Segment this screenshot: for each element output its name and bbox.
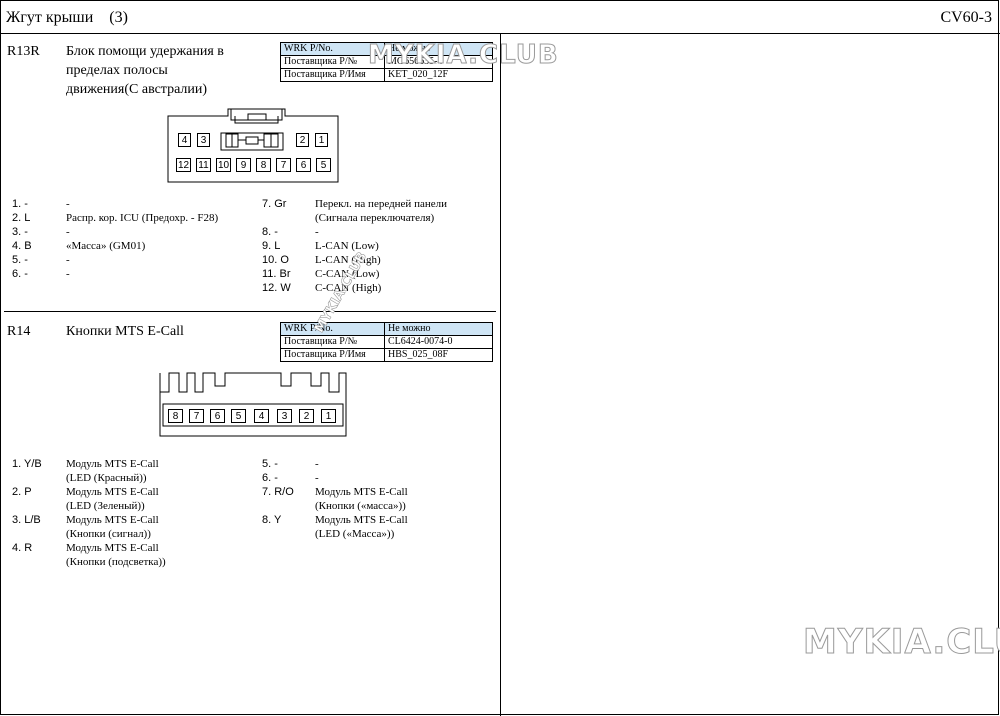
pin-description: -: [66, 198, 70, 210]
pin-description: -: [66, 268, 70, 280]
pin-box: 7: [189, 409, 204, 423]
table-label: Поставщика P/Имя: [280, 348, 385, 362]
pin-description: Модуль MTS E-Call: [66, 542, 159, 554]
pin-description: Модуль MTS E-Call: [315, 514, 408, 526]
pin-box: 11: [196, 158, 211, 172]
table-label: WRK P/No.: [280, 322, 385, 336]
pin-number: 5. -: [262, 458, 278, 470]
pin-description: -: [66, 226, 70, 238]
table-value: KET_020_12F: [384, 68, 493, 82]
pin-box: 9: [236, 158, 251, 172]
pin-box: 5: [231, 409, 246, 423]
pin-number: 10. O: [262, 254, 289, 266]
pin-description: Перекл. на передней панели: [315, 198, 447, 210]
pin-description: (Кнопки (сигнал)): [66, 528, 151, 540]
pin-box: 6: [210, 409, 225, 423]
pin-description: (LED («Масса»)): [315, 528, 395, 540]
page-title: Жгут крыши (3): [6, 9, 128, 26]
pin-description: -: [315, 472, 319, 484]
pin-box: 5: [316, 158, 331, 172]
pin-number: 1. -: [12, 198, 28, 210]
pin-number: 8. -: [262, 226, 278, 238]
pin-number: 9. L: [262, 240, 281, 252]
pin-box: 3: [277, 409, 292, 423]
pin-number: 7. Gr: [262, 198, 287, 210]
pin-number: 12. W: [262, 282, 291, 294]
pin-description: L-CAN (Low): [315, 240, 379, 252]
pin-description: -: [315, 226, 319, 238]
pin-number: 3. -: [12, 226, 28, 238]
pin-box: 4: [178, 133, 191, 147]
pin-description: (LED (Красный)): [66, 472, 147, 484]
section-divider: [4, 311, 496, 312]
watermark-text: MYKIA.CLUB: [368, 40, 559, 71]
pin-description: Модуль MTS E-Call: [66, 486, 159, 498]
pin-description: Распр. кор. ICU (Предохр. - F28): [66, 212, 219, 224]
pin-number: 3. L/B: [12, 514, 41, 526]
connector-r14-outline: [159, 372, 347, 437]
pin-number: 6. -: [262, 472, 278, 484]
pin-box: 8: [168, 409, 183, 423]
pin-description: «Масса» (GM01): [66, 240, 146, 252]
table-label: Поставщика P/Имя: [280, 68, 385, 82]
pin-number: 11. Br: [262, 268, 291, 280]
pin-box: 1: [315, 133, 328, 147]
pin-box: 4: [254, 409, 269, 423]
pin-number: 5. -: [12, 254, 28, 266]
pin-description: (Кнопки («масса»)): [315, 500, 406, 512]
pin-number: 2. P: [12, 486, 32, 498]
connector-latch-icon: [225, 133, 279, 148]
connector-name: Кнопки MTS E-Call: [66, 324, 184, 339]
pin-box: 12: [176, 158, 191, 172]
pin-number: 4. B: [12, 240, 32, 252]
pin-box: 2: [296, 133, 309, 147]
pin-description: Модуль MTS E-Call: [315, 486, 408, 498]
pin-number: 1. Y/B: [12, 458, 42, 470]
pin-description: (LED (Зеленый)): [66, 500, 145, 512]
table-value: CL6424-0074-0: [384, 335, 493, 349]
pin-description: -: [66, 254, 70, 266]
pin-box: 3: [197, 133, 210, 147]
pin-box: 10: [216, 158, 231, 172]
pin-number: 7. R/O: [262, 486, 294, 498]
table-label: Поставщика P/№: [280, 335, 385, 349]
pin-box: 8: [256, 158, 271, 172]
page-header: Жгут крыши (3) CV60-3: [0, 0, 1000, 34]
watermark-text: MYKIA.CLUB: [802, 622, 1000, 663]
column-divider: [500, 34, 501, 716]
page-code: CV60-3: [940, 9, 992, 26]
pin-number: 2. L: [12, 212, 31, 224]
connector-id: R14: [7, 324, 31, 339]
connector-name: Блок помощи удержания в пределах полосы …: [66, 44, 224, 97]
pin-box: 2: [299, 409, 314, 423]
pin-box: 7: [276, 158, 291, 172]
pin-number: 6. -: [12, 268, 28, 280]
pin-number: 8. Y: [262, 514, 282, 526]
pin-description: Модуль MTS E-Call: [66, 458, 159, 470]
table-value: HBS_025_08F: [384, 348, 493, 362]
pin-description: (Сигнала переключателя): [315, 212, 435, 224]
pin-description: Модуль MTS E-Call: [66, 514, 159, 526]
pin-number: 4. R: [12, 542, 33, 554]
connector-id: R13R: [7, 44, 40, 59]
pin-box: 6: [296, 158, 311, 172]
pin-description: -: [315, 458, 319, 470]
pin-description: (Кнопки (подсветка)): [66, 556, 166, 568]
pin-box: 1: [321, 409, 336, 423]
table-value: Не можно: [384, 322, 493, 336]
